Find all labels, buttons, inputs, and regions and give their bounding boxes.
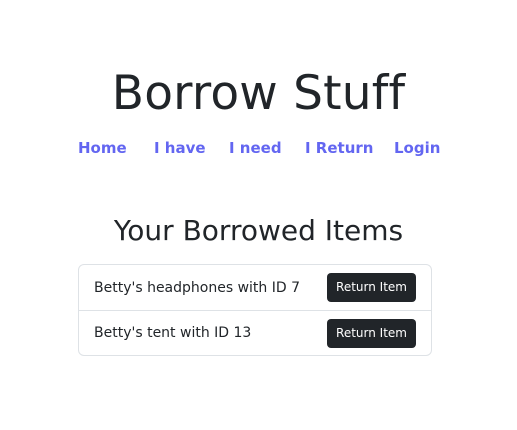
borrowed-item-text: Betty's headphones with ID 7	[94, 279, 301, 296]
page-title: Borrow Stuff	[111, 66, 406, 121]
nav-link-i-need[interactable]: I need	[229, 139, 282, 157]
list-item: Betty's tent with ID 13 Return Item	[79, 310, 431, 355]
main-nav: Home I have I need I Return Login	[0, 139, 517, 157]
nav-link-i-have[interactable]: I have	[154, 139, 206, 157]
borrowed-items-list: Betty's headphones with ID 7 Return Item…	[78, 264, 432, 356]
return-item-button[interactable]: Return Item	[327, 318, 416, 348]
list-item: Betty's headphones with ID 7 Return Item	[79, 265, 431, 310]
app-root: Borrow Stuff Home I have I need I Return…	[0, 0, 517, 430]
nav-link-i-return[interactable]: I Return	[305, 139, 373, 157]
borrowed-items-heading: Your Borrowed Items	[113, 214, 404, 247]
return-item-button[interactable]: Return Item	[327, 273, 416, 302]
nav-link-login[interactable]: Login	[394, 139, 440, 157]
borrowed-item-text: Betty's tent with ID 13	[94, 325, 252, 341]
nav-link-home[interactable]: Home	[78, 139, 127, 157]
